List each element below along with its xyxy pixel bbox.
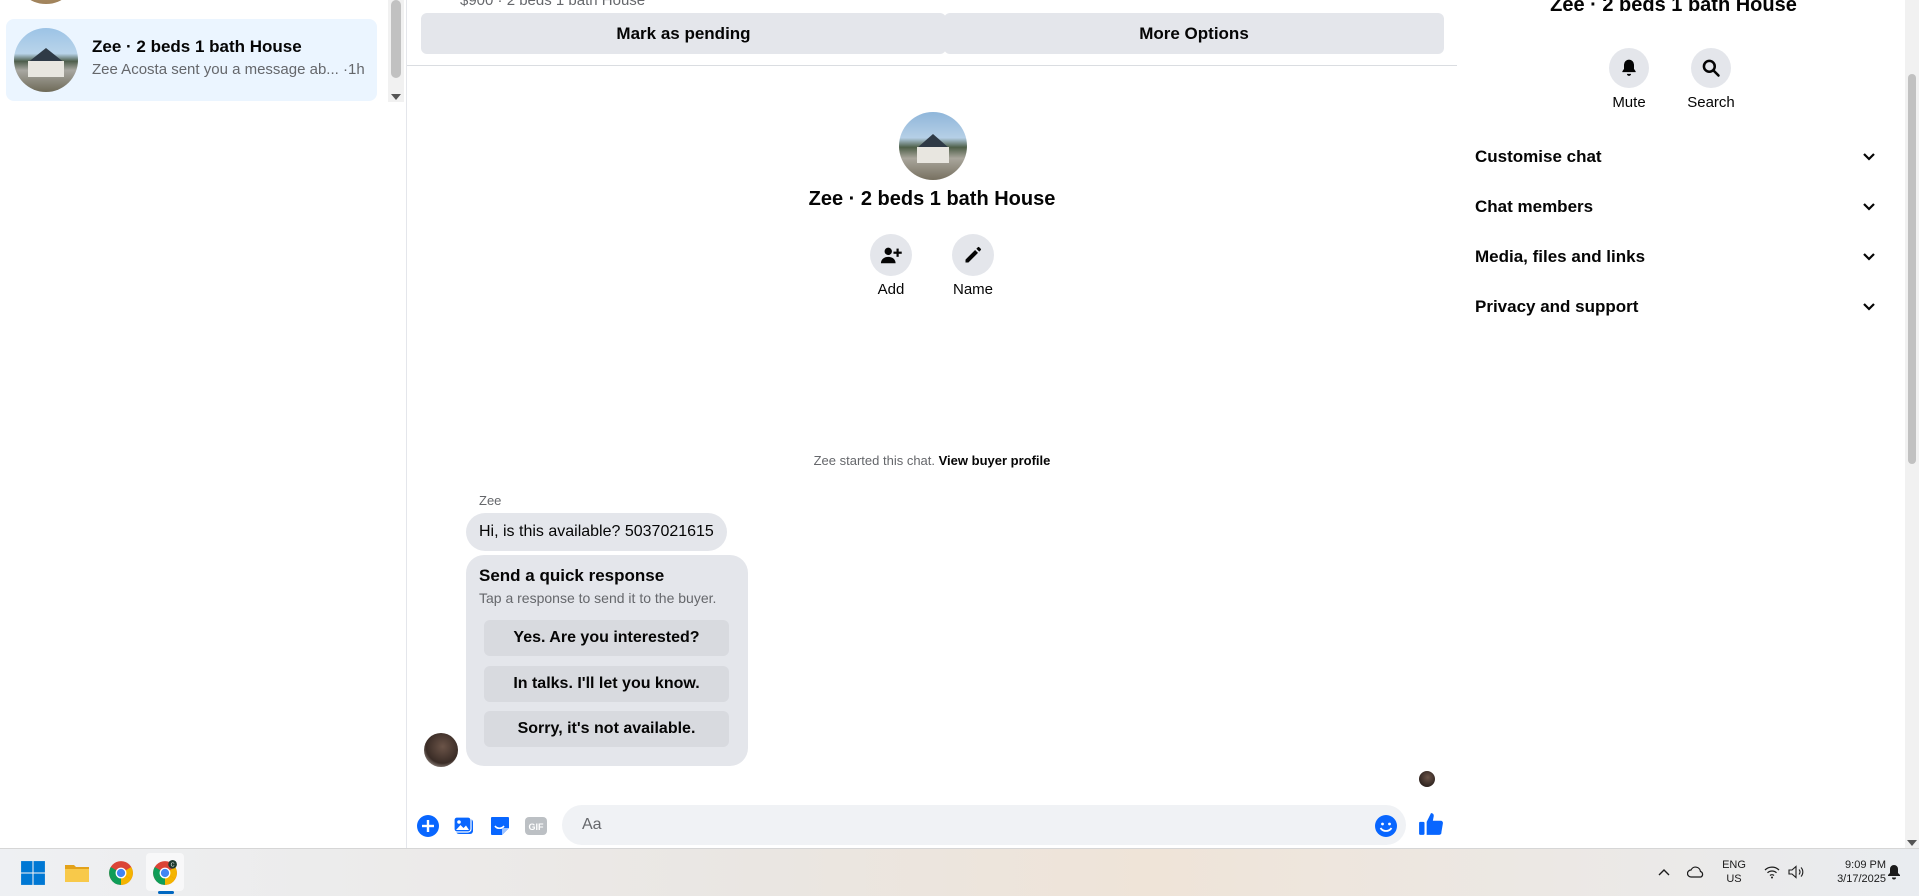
seen-indicator-avatar [1419, 771, 1435, 787]
quick-response-title: Send a quick response [479, 566, 665, 585]
add-person-button[interactable] [870, 234, 912, 276]
section-label: Customise chat [1475, 147, 1602, 166]
chevron-up-icon[interactable] [1655, 863, 1673, 881]
header-divider [407, 65, 1457, 66]
privacy-support-section[interactable]: Privacy and support [1475, 287, 1875, 327]
chevron-down-icon [1863, 151, 1875, 163]
section-label: Media, files and links [1475, 247, 1646, 266]
gif-icon[interactable]: GIF [523, 813, 549, 839]
chat-started-notice: Zee started this chat. View buyer profil… [407, 453, 1457, 468]
language-code: ENG [1722, 859, 1746, 871]
language-indicator[interactable]: ENG US [1714, 858, 1754, 886]
page-scrollbar-thumb[interactable] [1908, 74, 1916, 464]
pencil-icon [965, 246, 982, 263]
search-button[interactable] [1691, 48, 1731, 88]
chat-details-panel: Zee · 2 beds 1 bath House Mute Search Cu… [1457, 0, 1890, 848]
conversation-avatar-partial[interactable] [14, 0, 78, 4]
photo-icon[interactable] [451, 813, 477, 839]
message-bubble[interactable]: Hi, is this available? 5037021615 [466, 513, 727, 551]
chat-members-section[interactable]: Chat members [1475, 187, 1875, 227]
thumbs-up-icon[interactable] [1418, 811, 1444, 837]
active-app-indicator [158, 891, 174, 894]
list-scroll-down-arrow[interactable] [391, 94, 401, 100]
listing-thumbnail [14, 28, 78, 92]
quick-response-option[interactable]: Sorry, it's not available. [484, 711, 729, 747]
chat-profile-avatar[interactable] [899, 112, 967, 180]
search-icon [1702, 59, 1720, 77]
svg-text:C: C [171, 863, 175, 869]
conversation-preview-text: Zee Acosta sent you a message ab... [92, 61, 339, 78]
details-title: Zee · 2 beds 1 bath House [1550, 0, 1797, 16]
clock-time: 9:09 PM [1845, 859, 1886, 871]
chrome-icon[interactable] [106, 858, 136, 888]
section-label: Chat members [1475, 197, 1594, 216]
chat-profile-name: Zee · 2 beds 1 bath House [808, 188, 1056, 210]
chevron-down-icon [1863, 301, 1875, 313]
chevron-down-icon [1863, 201, 1875, 213]
conversation-item[interactable]: Zee · 2 beds 1 bath House Zee Acosta sen… [6, 19, 377, 101]
wifi-icon[interactable] [1763, 863, 1781, 881]
region-code: US [1726, 873, 1742, 885]
more-options-button[interactable]: More Options [944, 13, 1444, 54]
search-label: Search [1687, 94, 1735, 111]
sender-name: Zee [479, 493, 502, 508]
section-label: Privacy and support [1475, 297, 1639, 316]
sender-avatar[interactable] [424, 733, 458, 767]
conversation-time: ·1h [338, 61, 365, 78]
emoji-icon[interactable] [1373, 813, 1399, 839]
chat-started-text: Zee started this chat. [813, 453, 939, 468]
page-scrollbar[interactable] [1905, 0, 1919, 848]
list-scrollbar[interactable] [388, 0, 404, 102]
quick-response-card: Send a quick response Tap a response to … [466, 555, 748, 766]
name-label: Name [952, 281, 993, 298]
page-scroll-down-arrow[interactable] [1907, 840, 1917, 846]
clock-date: 3/17/2025 [1837, 873, 1886, 885]
mark-as-pending-button[interactable]: Mark as pending [421, 13, 946, 54]
add-label: Add [877, 281, 905, 298]
notification-bell-icon[interactable] [1885, 863, 1903, 881]
message-input[interactable] [562, 805, 1406, 845]
view-buyer-profile-link[interactable]: View buyer profile [939, 453, 1051, 468]
plus-icon[interactable] [415, 813, 441, 839]
onedrive-cloud-icon[interactable] [1687, 863, 1705, 881]
conversation-preview: Zee Acosta sent you a message ab... ·1h [92, 61, 365, 78]
chevron-down-icon [1863, 251, 1875, 263]
media-files-links-section[interactable]: Media, files and links [1475, 237, 1875, 277]
volume-icon[interactable] [1787, 863, 1805, 881]
list-scrollbar-thumb[interactable] [391, 0, 401, 78]
svg-text:GIF: GIF [529, 822, 545, 832]
add-person-icon [880, 247, 902, 264]
bell-icon [1622, 59, 1636, 76]
listing-summary: $900 · 2 beds 1 bath House [460, 0, 646, 9]
customise-chat-section[interactable]: Customise chat [1475, 137, 1875, 177]
chrome-profile-icon[interactable]: C [150, 858, 180, 888]
file-explorer-icon[interactable] [62, 858, 92, 888]
chat-panel: $900 · 2 beds 1 bath House Mark as pendi… [406, 0, 1458, 848]
quick-response-option[interactable]: In talks. I'll let you know. [484, 666, 729, 702]
quick-response-option[interactable]: Yes. Are you interested? [484, 620, 729, 656]
conversation-title: Zee · 2 beds 1 bath House [92, 37, 302, 56]
mute-button[interactable] [1609, 48, 1649, 88]
mute-label: Mute [1612, 94, 1646, 111]
windows-start-icon[interactable] [18, 858, 48, 888]
quick-response-subtitle: Tap a response to send it to the buyer. [479, 590, 717, 606]
conversation-list: Zee · 2 beds 1 bath House Zee Acosta sen… [0, 0, 404, 848]
windows-taskbar: C ENG US 9:09 PM 3/17/2025 [0, 848, 1919, 896]
system-clock[interactable]: 9:09 PM 3/17/2025 [1810, 858, 1886, 886]
sticker-icon[interactable] [487, 813, 513, 839]
rename-button[interactable] [952, 234, 994, 276]
